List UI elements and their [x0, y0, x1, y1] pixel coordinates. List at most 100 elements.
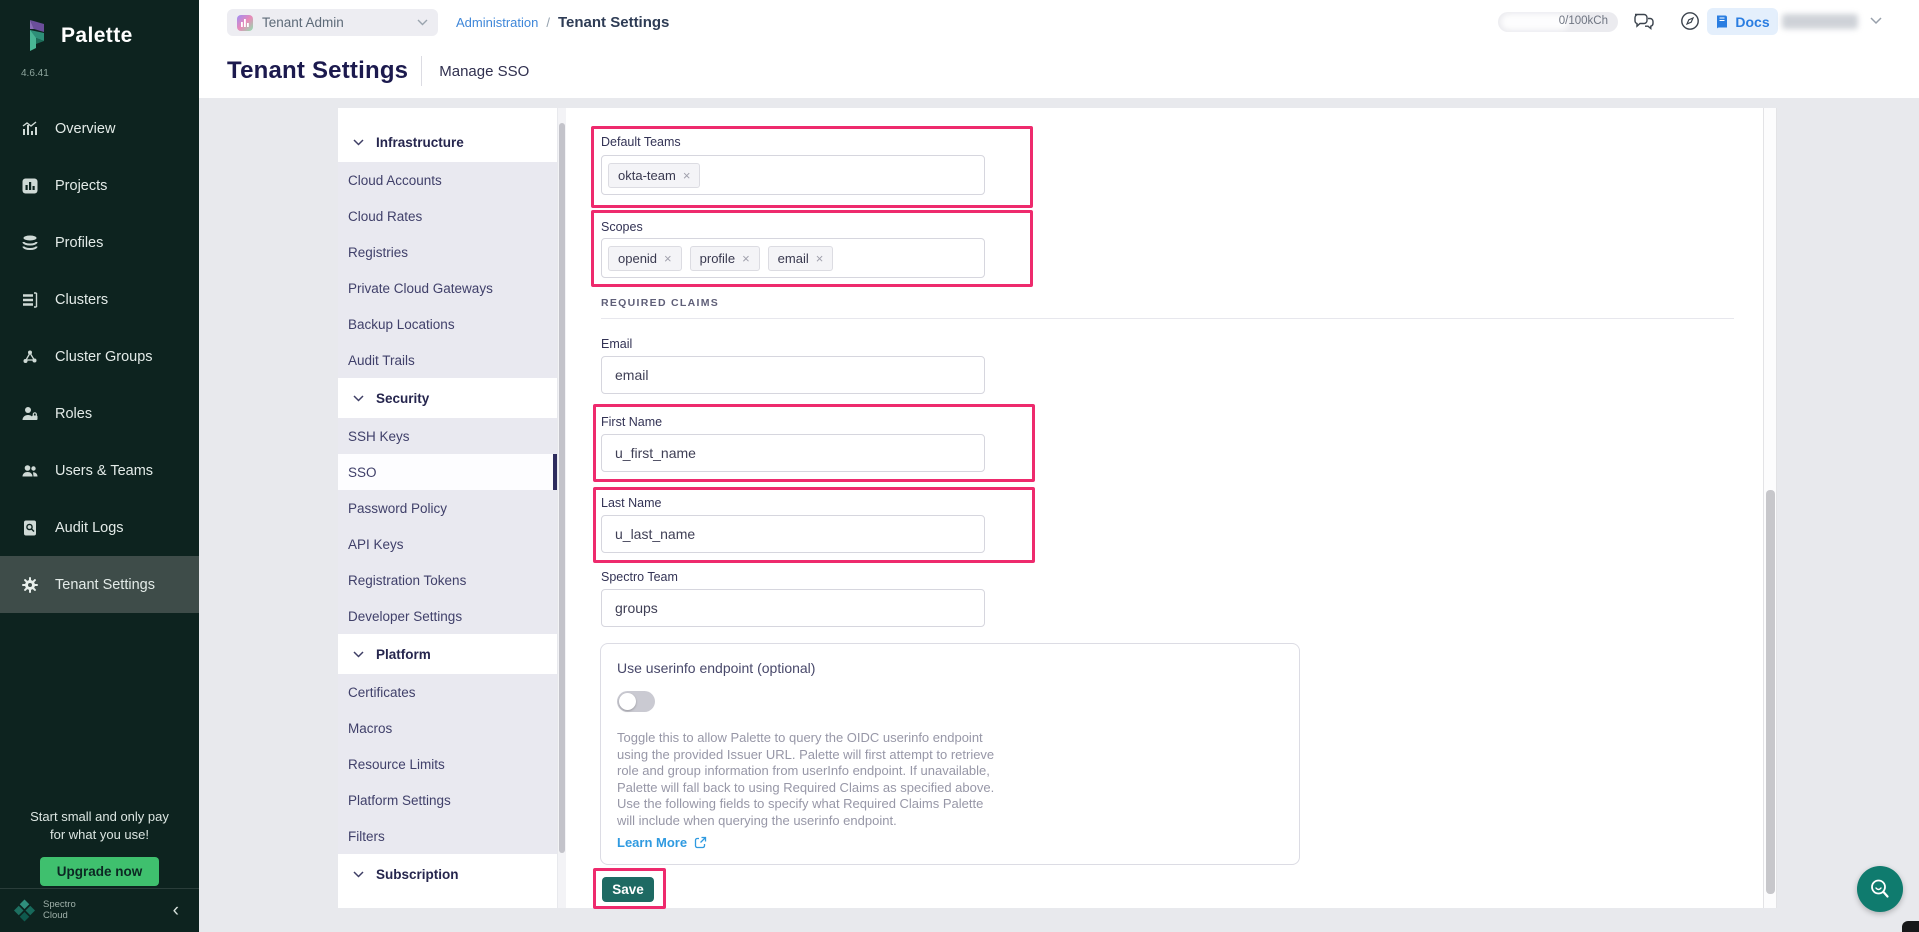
users-teams-icon	[21, 462, 39, 480]
settings-menu-item[interactable]: Certificates	[338, 674, 557, 710]
breadcrumb: Administration / Tenant Settings	[456, 0, 669, 44]
save-button[interactable]: Save	[602, 877, 654, 902]
required-claims-divider	[601, 318, 1734, 319]
settings-menu-item[interactable]: Resource Limits	[338, 746, 557, 782]
sidebar-item-cluster-groups[interactable]: Cluster Groups	[0, 328, 199, 385]
sidebar-item-roles[interactable]: Roles	[0, 385, 199, 442]
remove-tag-icon[interactable]: ×	[742, 252, 750, 265]
settings-menu-item[interactable]: Cloud Accounts	[338, 162, 557, 198]
last-name-field[interactable]	[601, 515, 985, 553]
remove-tag-icon[interactable]: ×	[683, 169, 691, 182]
profiles-stack-icon	[21, 234, 39, 252]
sidebar-item-label: Cluster Groups	[55, 349, 153, 365]
userinfo-endpoint-card: Use userinfo endpoint (optional) Toggle …	[600, 643, 1300, 865]
top-bar-row: Tenant Admin Administration / Tenant Set…	[199, 0, 1919, 44]
sidebar-item-label: Audit Logs	[55, 520, 124, 536]
first-name-label: First Name	[601, 415, 662, 429]
docs-book-icon	[1715, 14, 1729, 29]
main-nav: Overview Projects Profiles Clusters Clus…	[0, 100, 199, 613]
chevron-down-icon	[353, 139, 364, 146]
settings-menu-item[interactable]: Backup Locations	[338, 306, 557, 342]
userinfo-description: Toggle this to allow Palette to query th…	[617, 730, 999, 829]
help-compass-icon[interactable]	[1680, 11, 1700, 31]
feedback-chat-icon[interactable]	[1631, 10, 1656, 34]
tenant-select-value: Tenant Admin	[262, 15, 344, 30]
settings-menu-scrollbar[interactable]	[558, 108, 566, 908]
gear-icon	[21, 576, 39, 594]
usage-quota-pill: 0/100kCh	[1498, 12, 1618, 32]
settings-menu-item[interactable]: Private Cloud Gateways	[338, 270, 557, 306]
learn-more-label: Learn More	[617, 835, 687, 850]
sidebar-item-users-teams[interactable]: Users & Teams	[0, 442, 199, 499]
sidebar-item-label: Users & Teams	[55, 463, 153, 479]
remove-tag-icon[interactable]: ×	[816, 252, 824, 265]
default-teams-input[interactable]: okta-team×	[601, 155, 985, 195]
sso-form-panel: Default Teams okta-team× Scopes openid×p…	[566, 108, 1763, 908]
sidebar-footer: Spectro Cloud ‹	[0, 888, 199, 932]
sidebar-item-clusters[interactable]: Clusters	[0, 271, 199, 328]
section-security[interactable]: Security	[338, 378, 557, 418]
settings-menu-item[interactable]: Cloud Rates	[338, 198, 557, 234]
title-divider	[421, 56, 422, 86]
tenant-admin-icon	[237, 15, 253, 31]
cluster-groups-icon	[21, 348, 39, 366]
main-sidebar: Palette 4.6.41 Overview Projects Profile…	[0, 0, 199, 932]
settings-menu-item[interactable]: Developer Settings	[338, 598, 557, 634]
scrollbar-thumb[interactable]	[1766, 490, 1775, 894]
breadcrumb-administration[interactable]: Administration	[456, 15, 538, 30]
section-infrastructure[interactable]: Infrastructure	[338, 122, 557, 162]
tenant-scope-select[interactable]: Tenant Admin	[227, 9, 438, 36]
settings-menu-item[interactable]: Macros	[338, 710, 557, 746]
settings-menu-item[interactable]: Filters	[338, 818, 557, 854]
sidebar-item-label: Profiles	[55, 235, 103, 251]
sidebar-item-label: Overview	[55, 121, 115, 137]
settings-menu-item[interactable]: Audit Trails	[338, 342, 557, 378]
sidebar-item-projects[interactable]: Projects	[0, 157, 199, 214]
userinfo-toggle[interactable]	[617, 691, 655, 712]
user-menu-chevron-icon[interactable]	[1870, 17, 1882, 25]
projects-icon	[21, 177, 39, 195]
external-link-icon	[694, 836, 707, 849]
content-scrollbar[interactable]	[1763, 108, 1777, 908]
settings-menu-item[interactable]: Registration Tokens	[338, 562, 557, 598]
sidebar-item-label: Clusters	[55, 292, 108, 308]
spectro-team-field[interactable]	[601, 589, 985, 627]
spectro-team-label: Spectro Team	[601, 570, 678, 584]
security-items: SSH KeysSSOPassword PolicyAPI KeysRegist…	[338, 418, 557, 634]
tag-chip: email×	[768, 246, 834, 271]
email-field[interactable]	[601, 356, 985, 394]
scrollbar-thumb[interactable]	[559, 123, 565, 853]
docs-button[interactable]: Docs	[1707, 8, 1778, 35]
brand-logo: Palette	[0, 0, 199, 54]
toggle-knob	[619, 693, 636, 710]
sidebar-item-label: Projects	[55, 178, 107, 194]
collapse-sidebar-chevron[interactable]: ‹	[173, 901, 179, 920]
support-chat-widget-button[interactable]	[1857, 866, 1903, 912]
learn-more-link[interactable]: Learn More	[617, 835, 1283, 850]
settings-menu-item[interactable]: SSO	[338, 454, 557, 490]
sidebar-item-tenant-settings[interactable]: Tenant Settings	[0, 556, 199, 613]
sidebar-item-profiles[interactable]: Profiles	[0, 214, 199, 271]
tab-manage-sso[interactable]: Manage SSO	[439, 63, 529, 80]
section-platform[interactable]: Platform	[338, 634, 557, 674]
page-title: Tenant Settings	[227, 57, 408, 85]
settings-menu-item[interactable]: SSH Keys	[338, 418, 557, 454]
settings-menu-item[interactable]: API Keys	[338, 526, 557, 562]
settings-menu-item[interactable]: Password Policy	[338, 490, 557, 526]
promo-line1: Start small and only pay	[0, 808, 199, 826]
blurred-user-name	[1782, 14, 1858, 29]
chevron-down-icon	[353, 871, 364, 878]
upgrade-now-button[interactable]: Upgrade now	[40, 857, 160, 886]
first-name-field[interactable]	[601, 434, 985, 472]
sidebar-item-audit-logs[interactable]: Audit Logs	[0, 499, 199, 556]
sidebar-item-overview[interactable]: Overview	[0, 100, 199, 157]
settings-menu-item[interactable]: Registries	[338, 234, 557, 270]
sidebar-item-label: Roles	[55, 406, 92, 422]
section-subscription[interactable]: Subscription	[338, 854, 557, 894]
settings-menu-item[interactable]: Platform Settings	[338, 782, 557, 818]
userinfo-card-title: Use userinfo endpoint (optional)	[617, 660, 1283, 676]
remove-tag-icon[interactable]: ×	[664, 252, 672, 265]
tag-chip: okta-team×	[608, 163, 700, 188]
scopes-input[interactable]: openid×profile×email×	[601, 238, 985, 278]
roles-person-lock-icon	[21, 405, 39, 423]
